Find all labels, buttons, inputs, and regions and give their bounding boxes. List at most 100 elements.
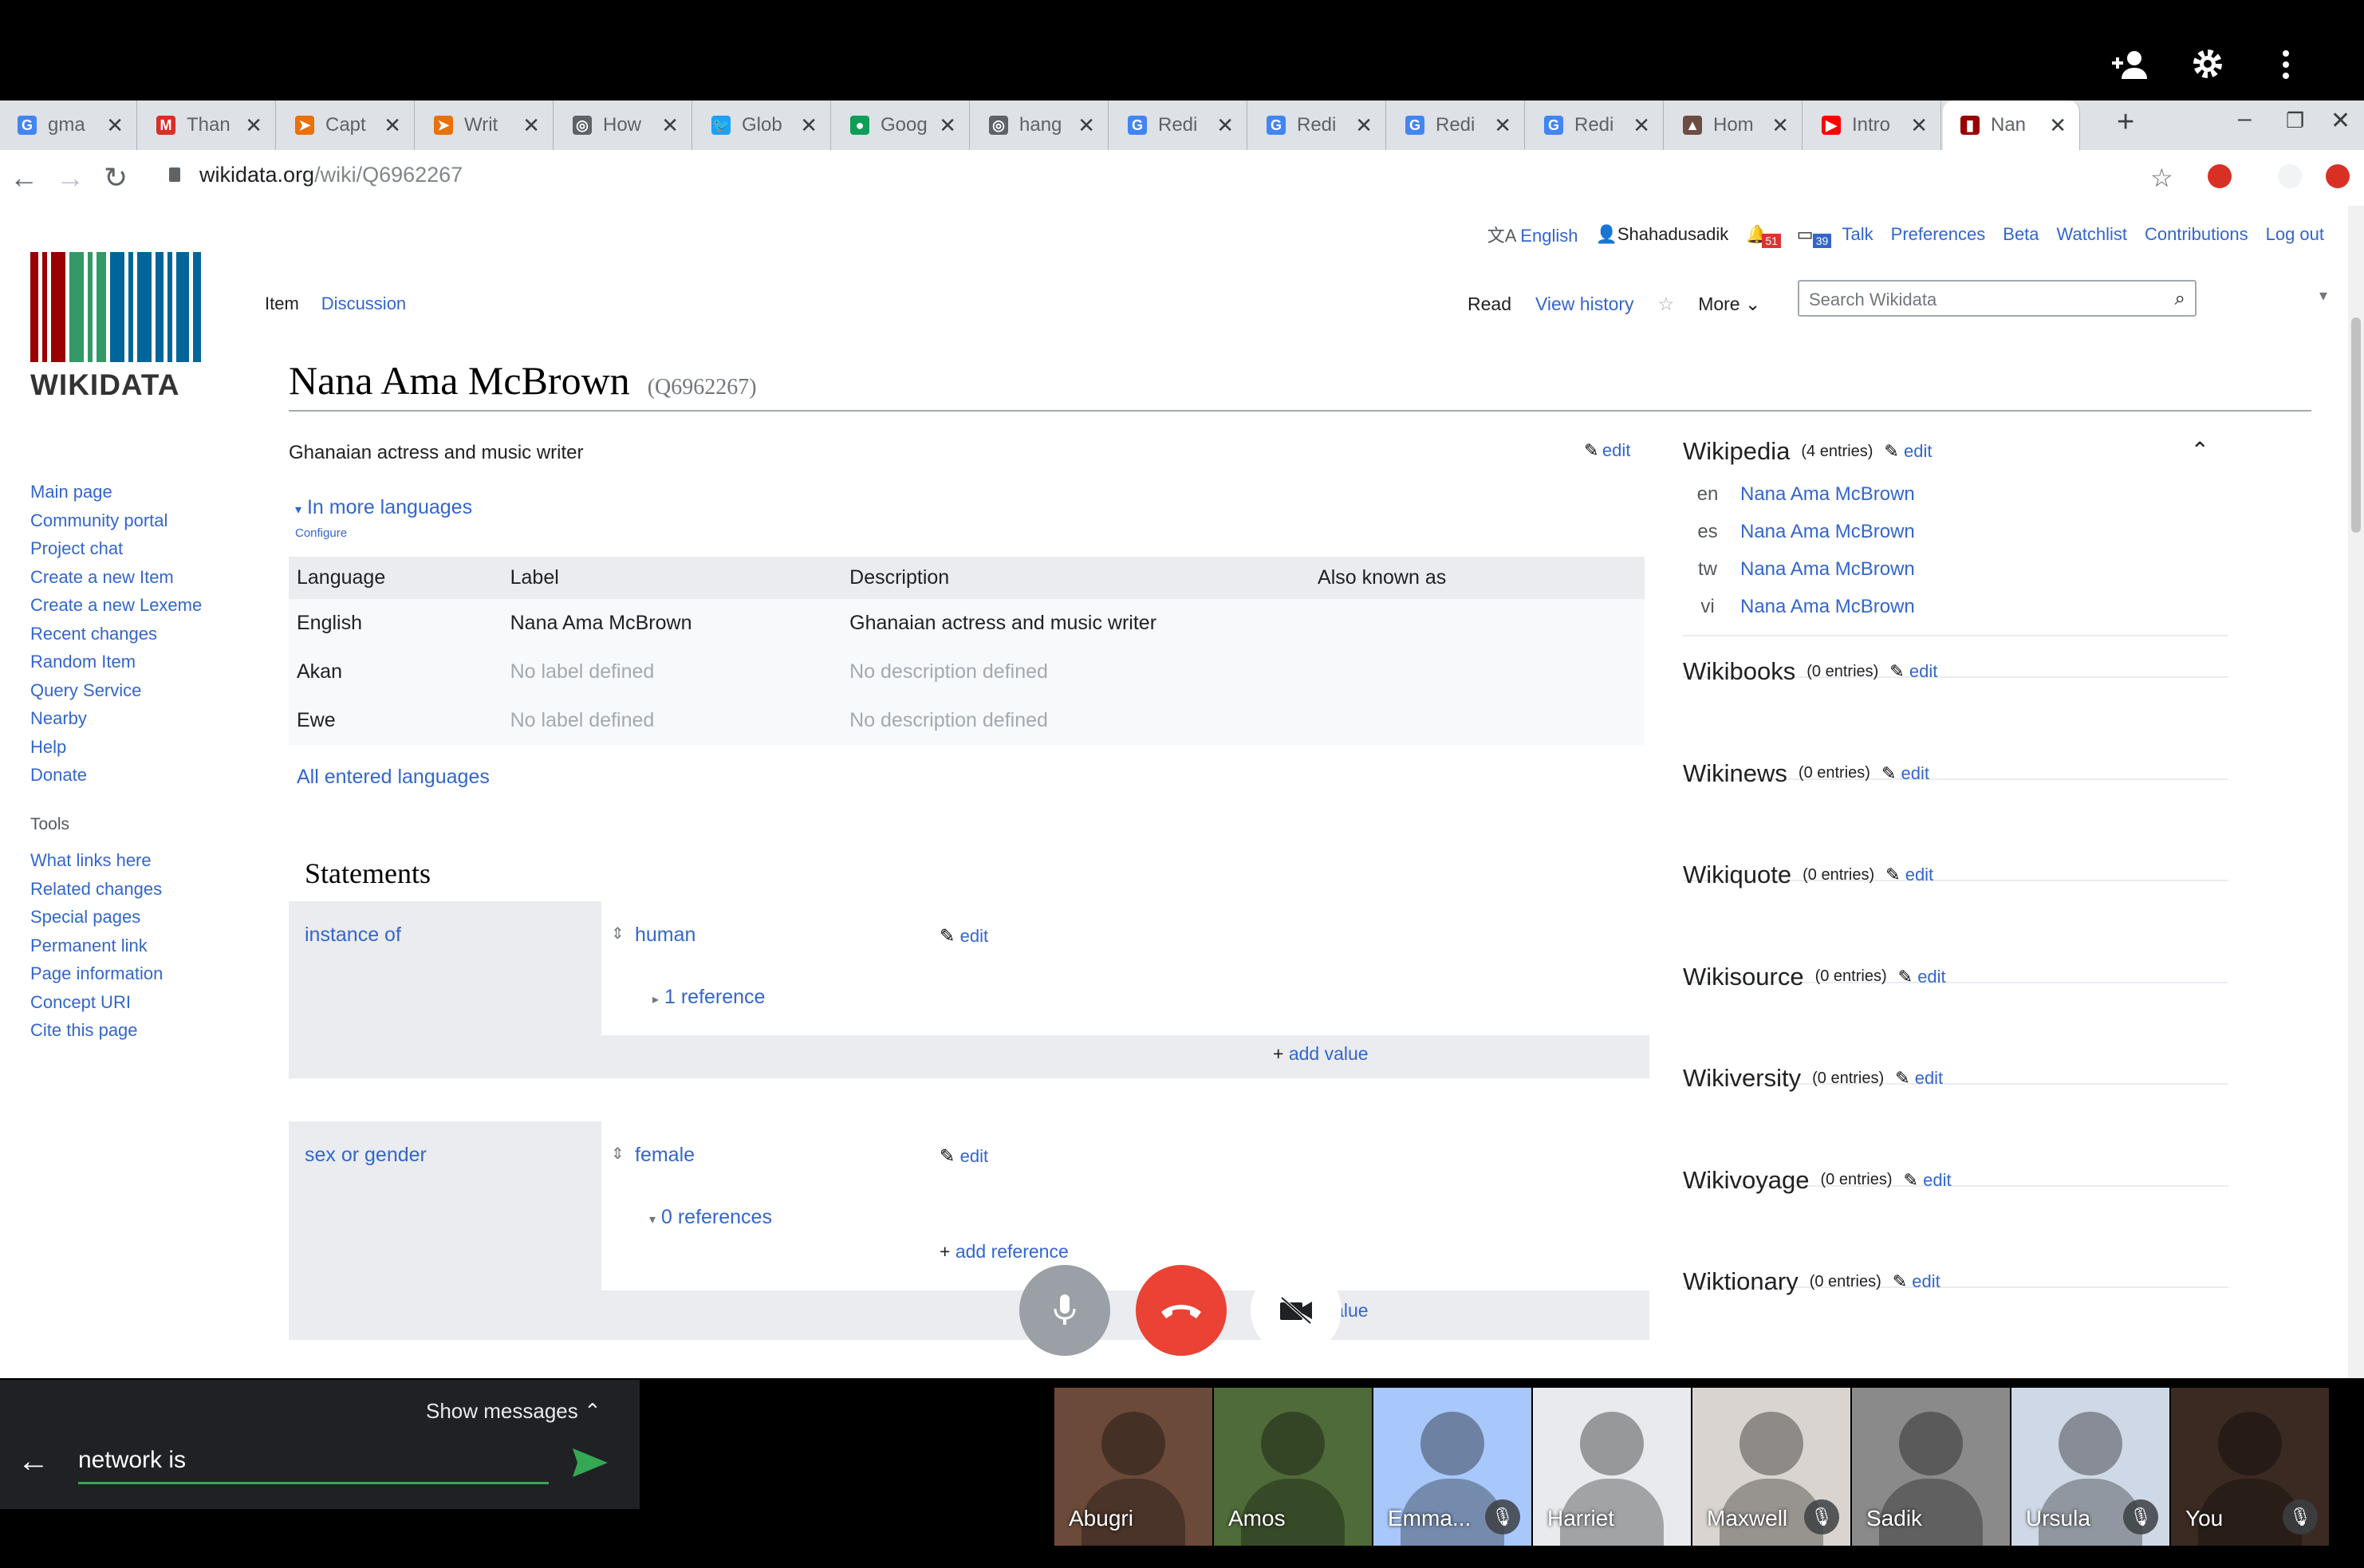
- sitelink-title[interactable]: Nana Ama McBrown: [1740, 596, 1915, 618]
- bookmark-star-icon[interactable]: ☆: [2150, 163, 2173, 193]
- browser-tab[interactable]: ● Goog ✕: [833, 100, 970, 150]
- participant-tile[interactable]: Harriet: [1533, 1388, 1691, 1546]
- participant-tile[interactable]: Maxwell 🎙: [1692, 1388, 1850, 1546]
- sidebar-tool-link[interactable]: Permanent link: [30, 936, 163, 964]
- participant-tile[interactable]: Ursula 🎙: [2011, 1388, 2169, 1546]
- personal-link[interactable]: Preferences: [1891, 224, 1986, 245]
- sidebar-link[interactable]: Random Item: [30, 652, 202, 680]
- sidebar-link[interactable]: Donate: [30, 765, 202, 794]
- tab-close-icon[interactable]: ✕: [2049, 113, 2067, 138]
- sitelink-edit-link[interactable]: ✎ edit: [1904, 1170, 1952, 1191]
- scrollbar[interactable]: [2348, 206, 2364, 1378]
- extension-icon-2[interactable]: [2278, 164, 2302, 188]
- rank-icon[interactable]: ⇕: [611, 924, 624, 944]
- property-label[interactable]: instance of: [305, 924, 401, 947]
- browser-tab[interactable]: M Than ✕: [139, 100, 276, 150]
- wikidata-logo[interactable]: [30, 252, 211, 366]
- collapse-chevron-icon[interactable]: ⌃: [2191, 437, 2209, 463]
- browser-tab[interactable]: ◎ hang ✕: [971, 100, 1109, 150]
- browser-tab[interactable]: Ggma ✕: [0, 100, 137, 150]
- scrollbar-thumb[interactable]: [2351, 317, 2361, 533]
- tab-close-icon[interactable]: ✕: [1633, 113, 1650, 138]
- add-reference-button[interactable]: + add reference: [940, 1241, 1069, 1263]
- tab-close-icon[interactable]: ✕: [1216, 113, 1234, 138]
- tab-close-icon[interactable]: ✕: [1078, 113, 1095, 138]
- sitelink-edit-link[interactable]: ✎ edit: [1881, 763, 1929, 784]
- microphone-button[interactable]: [1019, 1265, 1110, 1356]
- tab-read[interactable]: Read: [1468, 294, 1511, 315]
- user-link[interactable]: 👤Shahadusadik: [1595, 224, 1728, 245]
- add-person-icon[interactable]: [2110, 46, 2150, 89]
- tab-close-icon[interactable]: ✕: [800, 113, 818, 138]
- close-window-icon[interactable]: ✕: [2331, 107, 2350, 135]
- sidebar-link[interactable]: Project chat: [30, 538, 202, 567]
- tab-close-icon[interactable]: ✕: [1494, 113, 1511, 138]
- personal-link[interactable]: Contributions: [2145, 224, 2248, 245]
- sidebar-link[interactable]: Community portal: [30, 510, 202, 539]
- sidebar-tool-link[interactable]: What links here: [30, 850, 163, 879]
- tab-item[interactable]: Item: [265, 294, 299, 314]
- personal-link[interactable]: Watchlist: [2057, 224, 2127, 245]
- sidebar-tool-link[interactable]: Related changes: [30, 879, 163, 908]
- browser-tab[interactable]: ◎ How ✕: [555, 100, 692, 150]
- sitelink-edit-link[interactable]: ✎ edit: [1889, 661, 1937, 682]
- restore-icon[interactable]: ❐: [2286, 108, 2304, 133]
- sidebar-tool-link[interactable]: Page information: [30, 963, 163, 992]
- tab-close-icon[interactable]: ✕: [106, 113, 124, 138]
- sidebar-tool-link[interactable]: Cite this page: [30, 1020, 163, 1049]
- extension-icon[interactable]: [2208, 164, 2232, 188]
- dropdown-arrow-icon[interactable]: ▾: [2319, 286, 2327, 305]
- browser-tab[interactable]: ➤ Writ ✕: [416, 100, 554, 150]
- url-field[interactable]: wikidata.org/wiki/Q6962267: [199, 163, 463, 187]
- language-selector[interactable]: 文A English: [1487, 222, 1578, 247]
- sidebar-link[interactable]: Recent changes: [30, 624, 202, 652]
- browser-tab[interactable]: G Redi ✕: [1527, 100, 1664, 150]
- participant-tile[interactable]: Emma... 🎙: [1373, 1388, 1531, 1546]
- sitelink-edit-link[interactable]: ✎ edit: [1893, 1271, 1940, 1292]
- sitelink-title[interactable]: Nana Ama McBrown: [1740, 558, 1915, 581]
- add-value-button[interactable]: + add value: [1273, 1043, 1369, 1065]
- participant-tile[interactable]: Abugri: [1054, 1388, 1212, 1546]
- profile-icon[interactable]: [2326, 164, 2350, 188]
- sidebar-link[interactable]: Create a new Lexeme: [30, 595, 202, 624]
- tab-close-icon[interactable]: ✕: [1355, 113, 1373, 138]
- references-toggle[interactable]: ▸ 1 reference: [652, 986, 765, 1009]
- sitelink-title[interactable]: Nana Ama McBrown: [1740, 521, 1915, 543]
- browser-tab[interactable]: ▶ Intro ✕: [1804, 100, 1941, 150]
- more-options-icon[interactable]: [2279, 46, 2292, 89]
- back-arrow-icon[interactable]: ←: [18, 1444, 49, 1479]
- sidebar-tool-link[interactable]: Concept URI: [30, 992, 163, 1021]
- tab-more[interactable]: More ⌄: [1698, 294, 1760, 315]
- description-edit-link[interactable]: ✎ edit: [1584, 440, 1630, 461]
- sidebar-link[interactable]: Query Service: [30, 680, 202, 709]
- rank-icon[interactable]: ⇕: [611, 1144, 624, 1164]
- browser-tab[interactable]: ▲ Hom ✕: [1665, 100, 1803, 150]
- personal-link[interactable]: Beta: [2003, 224, 2039, 245]
- tab-close-icon[interactable]: ✕: [522, 113, 540, 138]
- reload-icon[interactable]: ↻: [104, 161, 128, 195]
- all-entered-languages-link[interactable]: All entered languages: [297, 766, 490, 789]
- participant-tile[interactable]: You 🎙: [2171, 1388, 2329, 1546]
- search-icon[interactable]: ⌕: [2175, 288, 2185, 310]
- sitelink-edit-link[interactable]: ✎ edit: [1898, 967, 1946, 987]
- sitelink-edit-link[interactable]: ✎ edit: [1884, 441, 1932, 462]
- browser-tab[interactable]: G Redi ✕: [1110, 100, 1247, 150]
- end-call-button[interactable]: [1136, 1265, 1227, 1356]
- watch-star-icon[interactable]: ☆: [1658, 294, 1675, 315]
- tab-close-icon[interactable]: ✕: [384, 113, 401, 138]
- participant-tile[interactable]: Sadik: [1852, 1388, 2010, 1546]
- tab-close-icon[interactable]: ✕: [1910, 113, 1928, 138]
- notifications-notices[interactable]: ▭ 39: [1797, 224, 1832, 248]
- sidebar-tool-link[interactable]: Special pages: [30, 907, 163, 936]
- participant-tile[interactable]: Amos: [1214, 1388, 1372, 1546]
- sitelink-edit-link[interactable]: ✎ edit: [1895, 1068, 1943, 1089]
- sitelink-edit-link[interactable]: ✎ edit: [1885, 865, 1933, 885]
- sidebar-link[interactable]: Help: [30, 737, 202, 766]
- value-link[interactable]: human: [635, 924, 695, 947]
- personal-link[interactable]: Talk: [1842, 224, 1873, 245]
- statement-edit-link[interactable]: ✎ edit: [940, 925, 988, 947]
- new-tab-icon[interactable]: +: [2117, 105, 2134, 140]
- sidebar-link[interactable]: Create a new Item: [30, 567, 202, 596]
- sidebar-link[interactable]: Main page: [30, 482, 202, 510]
- tab-discussion[interactable]: Discussion: [321, 294, 406, 314]
